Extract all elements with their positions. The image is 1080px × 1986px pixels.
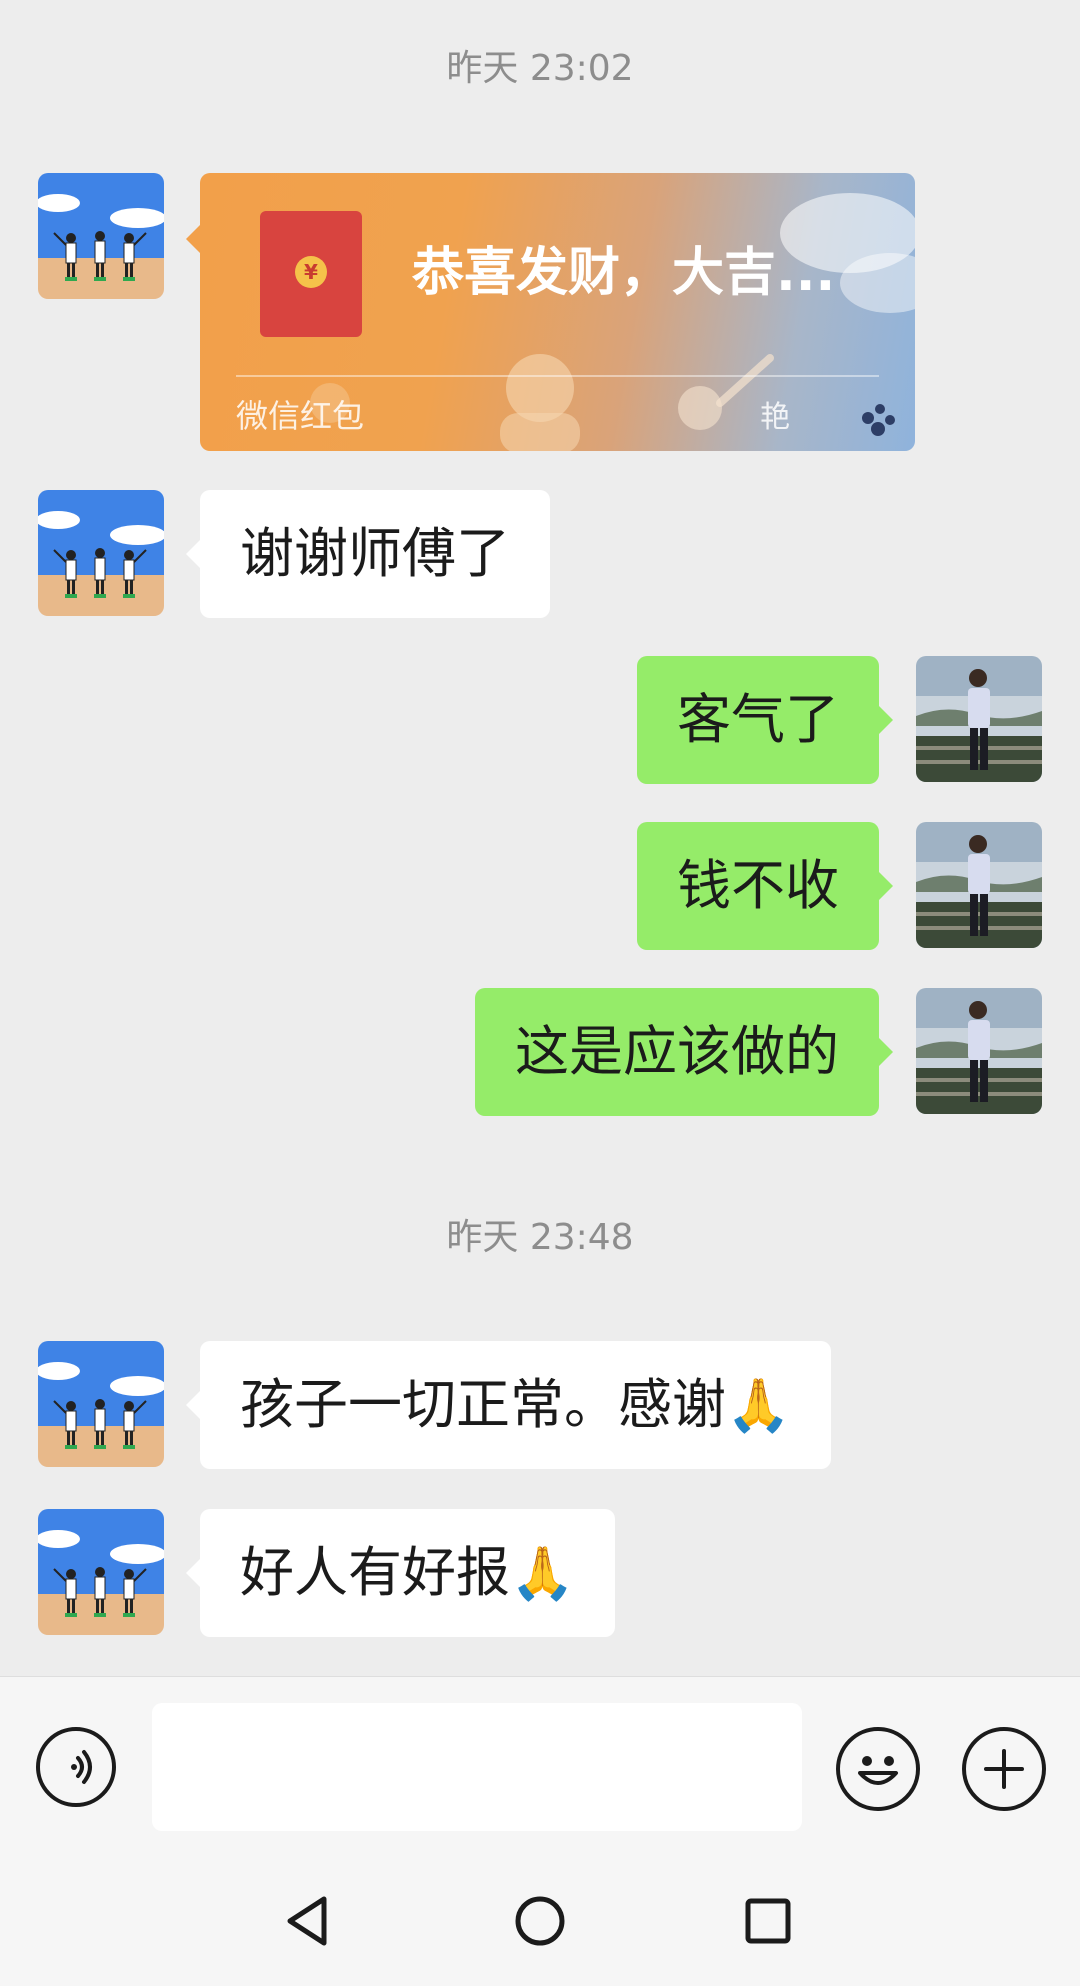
contact-avatar[interactable] (38, 490, 164, 616)
red-envelope-icon: ¥ (260, 211, 362, 337)
message-bubble-outgoing[interactable]: 这是应该做的 (475, 988, 893, 1116)
contact-avatar[interactable] (38, 1341, 164, 1467)
recents-square-icon[interactable] (738, 1891, 798, 1951)
message-text: 好人有好报 (240, 1541, 510, 1604)
pray-emoji-icon: 🙏 (726, 1376, 791, 1436)
plus-icon[interactable] (962, 1727, 1046, 1811)
message-bubble-incoming[interactable]: 谢谢师傅了 (186, 490, 550, 618)
timestamp: 昨天 23:02 (446, 48, 634, 89)
message-text: 孩子一切正常。感谢 (240, 1373, 726, 1436)
message-bubble-outgoing[interactable]: 钱不收 (637, 822, 893, 950)
input-bar (0, 1676, 1080, 1857)
my-avatar[interactable] (916, 988, 1042, 1114)
system-nav-bar (0, 1856, 1080, 1986)
red-packet-card[interactable]: ¥ 恭喜发财，大吉... 微信红包 艳 (200, 173, 915, 451)
timestamp: 昨天 23:48 (446, 1217, 634, 1258)
message-text: 谢谢师傅了 (240, 522, 510, 585)
message-bubble-outgoing[interactable]: 客气了 (637, 656, 893, 784)
my-avatar[interactable] (916, 822, 1042, 948)
message-text: 这是应该做的 (515, 1020, 839, 1083)
home-circle-icon[interactable] (510, 1891, 570, 1951)
divider (236, 375, 879, 377)
contact-avatar[interactable] (38, 1509, 164, 1635)
voice-icon[interactable] (36, 1727, 116, 1807)
message-text: 客气了 (677, 688, 839, 751)
message-bubble-incoming[interactable]: 孩子一切正常。感谢🙏 (186, 1341, 831, 1469)
coin-icon: ¥ (295, 256, 327, 288)
message-text: 钱不收 (677, 854, 839, 917)
red-packet-title: 恭喜发财，大吉... (412, 243, 836, 303)
bubble-tail (186, 225, 200, 253)
smiley-icon[interactable] (836, 1727, 920, 1811)
contact-avatar[interactable] (38, 173, 164, 299)
packet-art-text: 艳 (760, 400, 790, 435)
pray-emoji-icon: 🙏 (510, 1544, 575, 1604)
red-packet-label: 微信红包 (236, 397, 365, 435)
back-triangle-icon[interactable] (280, 1891, 340, 1951)
message-bubble-incoming[interactable]: 好人有好报🙏 (186, 1509, 615, 1637)
my-avatar[interactable] (916, 656, 1042, 782)
message-input[interactable] (152, 1703, 802, 1831)
